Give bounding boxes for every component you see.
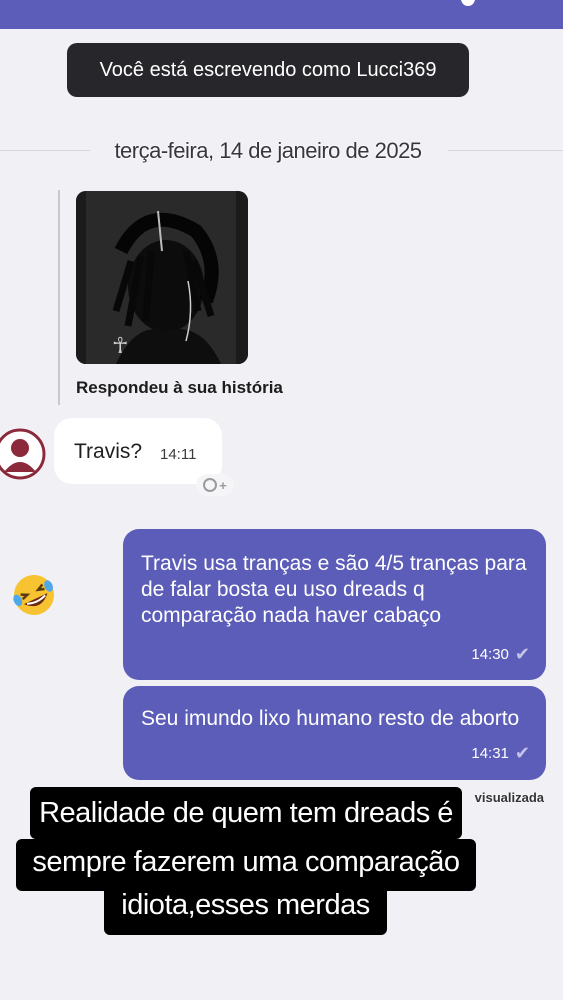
writing-as-text: Você está escrevendo como Lucci369 xyxy=(99,58,437,81)
incoming-message-bubble[interactable]: Travis? 14:11 xyxy=(54,418,222,484)
svg-text:☥: ☥ xyxy=(112,334,128,359)
incoming-message-time: 14:11 xyxy=(160,446,197,463)
story-reply-label: Respondeu à sua história xyxy=(76,378,283,397)
date-divider: terça-feira, 14 de janeiro de 2025 xyxy=(0,138,563,166)
seen-status: visualizada xyxy=(474,790,544,805)
outgoing-message-time: 14:30 xyxy=(471,646,509,663)
outgoing-message-meta: 14:31 ✔ xyxy=(471,743,530,764)
caption-line1: Realidade de quem tem dreads é xyxy=(39,797,453,829)
divider-line-right xyxy=(448,150,563,151)
outgoing-message-text: Travis usa tranças e são 4/5 tranças par… xyxy=(141,552,527,627)
plus-icon: + xyxy=(219,477,227,493)
divider-line-left xyxy=(0,150,90,151)
laughing-emoji-icon xyxy=(13,575,54,615)
date-divider-text: terça-feira, 14 de janeiro de 2025 xyxy=(114,138,422,163)
read-check-icon: ✔ xyxy=(514,644,530,664)
story-photo-illustration: ☥ xyxy=(76,191,248,364)
caption-line3: idiota,esses merdas xyxy=(121,889,370,921)
incoming-message-text: Travis? xyxy=(74,440,143,463)
contact-avatar[interactable] xyxy=(0,428,46,480)
outgoing-message-bubble[interactable]: Travis usa tranças e são 4/5 tranças par… xyxy=(123,529,546,680)
avatar-placeholder-icon xyxy=(0,428,46,480)
writing-as-banner: Você está escrevendo como Lucci369 xyxy=(67,43,469,97)
read-check-icon: ✔ xyxy=(514,743,530,763)
add-reaction-icon xyxy=(203,478,218,492)
outgoing-message-time: 14:31 xyxy=(471,745,509,762)
rolling-laughing-emoji xyxy=(9,571,59,619)
add-reaction-button[interactable]: + xyxy=(196,474,234,496)
story-thumbnail[interactable]: ☥ xyxy=(76,191,248,364)
status-dot xyxy=(461,0,475,6)
story-reply-bar xyxy=(58,190,60,405)
outgoing-message-text: Seu imundo lixo humano resto de aborto xyxy=(141,707,520,730)
top-app-bar xyxy=(0,0,563,29)
outgoing-message-meta: 14:30 ✔ xyxy=(471,644,530,665)
caption-line2: sempre fazerem uma comparação xyxy=(32,846,460,878)
outgoing-message-bubble[interactable]: Seu imundo lixo humano resto de aborto 1… xyxy=(123,686,546,780)
